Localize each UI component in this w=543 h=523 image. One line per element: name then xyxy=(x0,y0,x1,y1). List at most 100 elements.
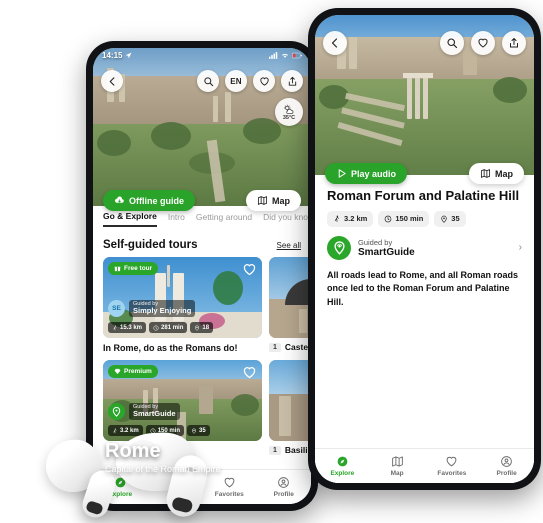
chevron-left-icon xyxy=(109,76,114,86)
tour-stats: 15.3 km 281 min 18 xyxy=(108,322,214,333)
map-icon xyxy=(480,169,491,178)
guided-by-label: Guided by xyxy=(133,404,159,411)
phone-left-screen: 14:15 EN 35°C Rome Capital of the Roman … xyxy=(93,48,311,504)
nav-map-label: Map xyxy=(390,470,404,477)
map-button[interactable]: Map xyxy=(246,190,301,211)
guide-avatar xyxy=(327,235,351,260)
heart-icon xyxy=(478,38,488,48)
composite-scene: 14:15 EN 35°C Rome Capital of the Roman … xyxy=(0,0,543,523)
search-icon xyxy=(203,76,213,86)
tour-partial-2-image xyxy=(269,360,311,441)
nav-favorites[interactable]: Favorites xyxy=(425,455,480,477)
walk-icon xyxy=(335,215,339,222)
tour-partial-caption: 1 Castel xyxy=(269,342,311,352)
guide-name: Simply Enjoying xyxy=(133,306,192,316)
tour-card-partial-2[interactable]: 1 Basilica Aemilia xyxy=(269,360,311,455)
stat-distance: 15.3 km xyxy=(108,322,147,333)
share-button[interactable] xyxy=(502,31,526,55)
stat-distance-value: 15.3 km xyxy=(120,324,143,331)
tour-card-partial[interactable]: 1 Castel xyxy=(269,257,311,353)
person-icon xyxy=(278,477,290,488)
page-subtitle: Capital of the Roman Empire xyxy=(105,464,221,474)
stat-duration-value: 281 min xyxy=(161,324,184,331)
play-audio-label: Play audio xyxy=(351,168,397,179)
left-hero-actions: EN xyxy=(101,70,303,92)
pin-icon xyxy=(192,428,197,434)
favorite-icon[interactable] xyxy=(242,262,257,277)
nav-profile[interactable]: Profile xyxy=(479,455,534,477)
offline-guide-button[interactable]: Offline guide xyxy=(103,190,195,211)
map-label: Map xyxy=(272,195,290,206)
language-button[interactable]: EN xyxy=(225,70,247,92)
tab-did-you-know[interactable]: Did you know xyxy=(263,212,311,226)
language-label: EN xyxy=(230,76,242,86)
back-button[interactable] xyxy=(101,70,123,92)
signal-icon xyxy=(269,51,278,59)
guided-by-label: Guided by xyxy=(358,237,393,247)
right-bottom-nav: Explore Map Favorites Profile xyxy=(315,448,534,483)
nav-favorites-label: Favorites xyxy=(437,470,467,477)
tour-caption: In Rome, do as the Romans do! xyxy=(103,343,238,353)
nav-profile[interactable]: Profile xyxy=(257,476,312,498)
search-icon xyxy=(447,38,458,49)
stat-distance: 3.2 km xyxy=(327,210,374,227)
tab-go-and-explore[interactable]: Go & Explore xyxy=(103,211,157,227)
tab-getting-around[interactable]: Getting around xyxy=(196,212,252,226)
heart-icon xyxy=(224,477,235,488)
nav-profile-label: Profile xyxy=(273,491,294,498)
tour-guide-block: SE Guided by Simply Enjoying xyxy=(108,300,196,317)
tab-intro[interactable]: Intro xyxy=(168,212,185,226)
left-cta-row: Offline guide Map xyxy=(103,190,301,211)
nav-profile-label: Profile xyxy=(496,470,517,477)
phone-right: Play audio Map Roman Forum and Palatine … xyxy=(308,8,541,490)
share-icon xyxy=(288,76,296,86)
poi-number: 1 xyxy=(269,342,281,352)
tour-premium-badge-label: Premium xyxy=(124,368,152,375)
clock-icon xyxy=(385,215,392,223)
poi-number: 1 xyxy=(269,445,281,455)
back-button[interactable] xyxy=(323,31,347,55)
city-title-block: Rome Capital of the Roman Empire xyxy=(105,441,221,474)
see-all-link[interactable]: See all xyxy=(277,241,301,250)
battery-icon xyxy=(292,52,302,58)
tour-premium-image: Premium Guided by SmartGuide 3.2 km 150 … xyxy=(103,360,262,441)
location-arrow-icon xyxy=(126,52,132,58)
poi-stats: 3.2 km 150 min 35 xyxy=(315,204,534,227)
weather-widget[interactable]: 35°C xyxy=(275,98,303,126)
download-cloud-icon xyxy=(115,196,124,203)
left-status-bar: 14:15 xyxy=(93,48,311,62)
heart-icon xyxy=(259,77,269,86)
map-label: Map xyxy=(495,168,513,179)
stat-duration: 281 min xyxy=(149,322,188,333)
gift-icon xyxy=(114,266,121,272)
search-button[interactable] xyxy=(197,70,219,92)
tour-premium-guide: Guided by SmartGuide xyxy=(108,403,180,420)
chevron-right-icon: › xyxy=(518,242,522,254)
map-icon xyxy=(391,456,403,467)
tour-premium-badge: Premium xyxy=(108,365,158,378)
tour-card-free[interactable]: Free tour SE Guided by Simply Enjoying 1… xyxy=(103,257,262,353)
nav-explore[interactable]: Explore xyxy=(315,455,370,477)
stat-stops: 35 xyxy=(434,210,466,227)
guide-row[interactable]: Guided by SmartGuide › xyxy=(315,227,534,260)
favorite-button[interactable] xyxy=(253,70,275,92)
nav-map[interactable]: Map xyxy=(370,455,425,477)
search-button[interactable] xyxy=(440,31,464,55)
compass-icon xyxy=(337,456,348,467)
stat-stops-value: 18 xyxy=(202,324,210,331)
favorite-icon[interactable] xyxy=(242,365,257,380)
favorite-button[interactable] xyxy=(471,31,495,55)
share-button[interactable] xyxy=(281,70,303,92)
guided-by-label: Guided by xyxy=(133,301,159,308)
stat-stops: 35 xyxy=(187,425,210,436)
map-button[interactable]: Map xyxy=(469,163,524,184)
offline-guide-label: Offline guide xyxy=(129,195,184,206)
nav-favorites[interactable]: Favorites xyxy=(202,476,257,498)
walk-icon xyxy=(113,325,117,330)
weather-temperature: 35°C xyxy=(282,114,296,121)
nav-explore-label: Explore xyxy=(330,470,355,477)
walk-icon xyxy=(113,428,117,433)
play-audio-button[interactable]: Play audio xyxy=(325,163,408,184)
map-icon xyxy=(257,196,268,205)
chevron-left-icon xyxy=(331,38,338,48)
